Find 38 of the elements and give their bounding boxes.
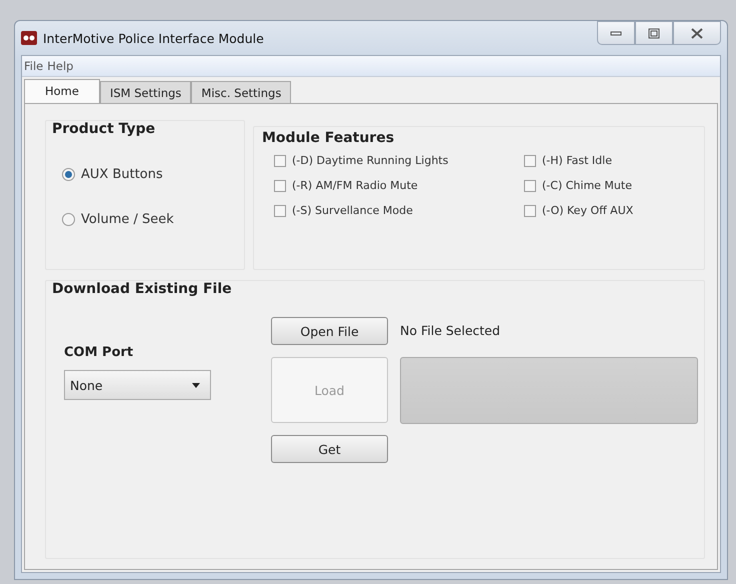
- radio-label: Volume / Seek: [81, 212, 174, 227]
- com-port-dropdown[interactable]: None: [64, 370, 211, 400]
- maximize-icon: [648, 28, 660, 38]
- tab[interactable]: ISM Settings: [100, 81, 192, 103]
- radio-button[interactable]: [62, 168, 75, 181]
- close-button[interactable]: [673, 21, 721, 45]
- menu-item[interactable]: Help: [47, 59, 74, 73]
- checkbox[interactable]: [274, 180, 286, 192]
- file-status: No File Selected: [400, 322, 502, 340]
- radio-button[interactable]: [62, 213, 75, 226]
- tab[interactable]: Home: [24, 79, 100, 103]
- app-icon: [21, 31, 37, 45]
- menu-item[interactable]: File: [24, 59, 44, 73]
- action-button[interactable]: Open File: [271, 317, 388, 345]
- checkbox-label: (-R) AM/FM Radio Mute: [292, 179, 418, 192]
- action-button[interactable]: Get: [271, 435, 388, 463]
- checkbox[interactable]: [274, 204, 286, 216]
- group-title: Download Existing File: [52, 281, 233, 297]
- checkbox-label: (-C) Chime Mute: [542, 179, 632, 192]
- checkbox[interactable]: [524, 180, 536, 192]
- tab[interactable]: Misc. Settings: [191, 81, 292, 103]
- checkbox-label: (-S) Survellance Mode: [292, 204, 413, 217]
- com-port-label: COM Port: [64, 345, 134, 360]
- checkbox-label: (-D) Daytime Running Lights: [292, 154, 448, 167]
- checkbox[interactable]: [524, 154, 536, 166]
- checkbox[interactable]: [274, 154, 286, 166]
- close-icon: [691, 28, 703, 38]
- group-title: Module Features: [262, 130, 394, 146]
- checkbox-label: (-O) Key Off AUX: [542, 204, 634, 217]
- radio-label: AUX Buttons: [81, 167, 163, 182]
- minimize-button[interactable]: [597, 21, 635, 45]
- window-title: InterMotive Police Interface Module: [43, 30, 265, 46]
- checkbox-label: (-H) Fast Idle: [542, 154, 612, 167]
- checkbox[interactable]: [524, 204, 536, 216]
- minimize-icon: [610, 29, 622, 37]
- group-title: Product Type: [52, 121, 156, 137]
- maximize-button[interactable]: [635, 21, 673, 45]
- caret-icon: [192, 382, 200, 388]
